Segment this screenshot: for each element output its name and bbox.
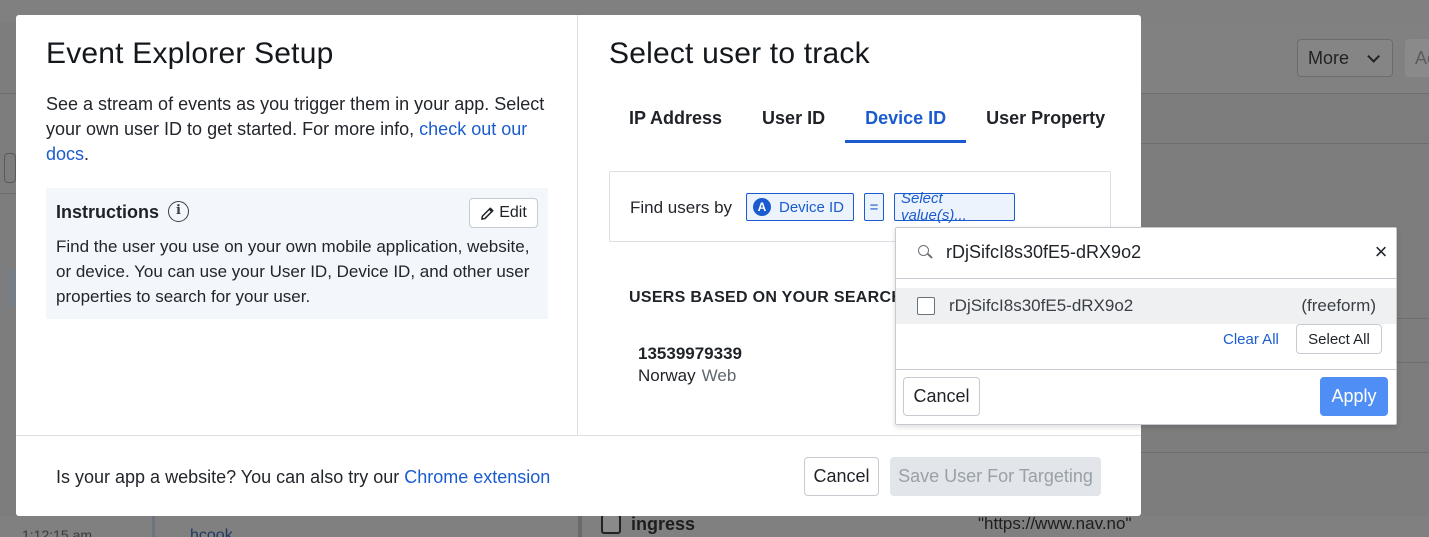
edit-button[interactable]: Edit [469, 198, 538, 228]
background-checkbox[interactable] [601, 514, 621, 534]
pencil-icon [481, 207, 494, 220]
dropdown-search: × [896, 228, 1396, 279]
instructions-text: Find the user you use on your own mobile… [56, 237, 530, 306]
background-row-name: ingress [631, 514, 696, 534]
tab-ip-address[interactable]: IP Address [609, 105, 742, 143]
results-heading: USERS BASED ON YOUR SEARCH [629, 289, 904, 306]
more-button[interactable]: More [1297, 39, 1393, 77]
select-all-button[interactable]: Select All [1296, 324, 1382, 354]
close-icon[interactable]: × [1370, 240, 1392, 264]
amplitude-icon: A [753, 198, 771, 216]
chevron-down-icon [1367, 49, 1381, 63]
info-icon[interactable]: i [168, 201, 189, 222]
background-divider [578, 516, 582, 537]
value-dropdown: × rDjSifcI8s30fE5-dRX9o2 (freeform) Clea… [895, 227, 1397, 425]
operator-chip[interactable]: = [864, 193, 884, 221]
clear-all-link[interactable]: Clear All [1223, 331, 1279, 348]
timeline-line [152, 516, 155, 537]
save-user-button[interactable]: Save User For Targeting [890, 457, 1101, 496]
edit-label: Edit [499, 204, 527, 221]
background-link[interactable]: hcook [190, 527, 233, 537]
tab-user-property[interactable]: User Property [966, 105, 1125, 143]
dropdown-option[interactable]: rDjSifcI8s30fE5-dRX9o2 (freeform) [896, 288, 1396, 324]
background-highlight [7, 270, 16, 306]
filter-label: Find users by [630, 198, 733, 217]
description-end: . [84, 144, 90, 164]
background-divider [1141, 143, 1429, 144]
setup-title: Event Explorer Setup [46, 37, 334, 70]
tab-user-id[interactable]: User ID [742, 105, 845, 143]
background-chip [4, 153, 16, 183]
chrome-extension-link[interactable]: Chrome extension [404, 467, 550, 487]
property-label: Device ID [779, 198, 845, 216]
property-chip[interactable]: A Device ID [746, 193, 854, 221]
user-result-id[interactable]: 13539979339 [638, 344, 742, 364]
setup-description: See a stream of events as you trigger th… [46, 92, 556, 167]
search-input[interactable] [946, 242, 1346, 263]
user-platform: Web [701, 366, 737, 385]
background-time: 1:12:15 am [22, 527, 93, 537]
modal-footer: Is your app a website? You can also try … [16, 435, 1141, 516]
select-user-title: Select user to track [609, 37, 870, 70]
user-country: Norway [638, 366, 696, 385]
apply-button[interactable]: Apply [1320, 377, 1388, 416]
cancel-button[interactable]: Cancel [804, 457, 879, 496]
option-checkbox[interactable] [917, 297, 935, 315]
footer-text: Is your app a website? You can also try … [56, 467, 550, 488]
user-result-meta: Norway Web [638, 366, 736, 386]
dropdown-divider [896, 369, 1396, 370]
instructions-title: Instructions [56, 202, 160, 222]
footer-prompt: Is your app a website? You can also try … [56, 467, 400, 487]
background-row-value: "https://www.nav.no" [978, 514, 1132, 533]
search-icon [918, 245, 933, 259]
background-divider [0, 193, 16, 194]
setup-column: Event Explorer Setup See a stream of eve… [16, 15, 578, 435]
option-label: rDjSifcI8s30fE5-dRX9o2 [949, 296, 1134, 315]
background-divider [1141, 452, 1429, 453]
value-select[interactable]: Select value(s)... [894, 190, 1015, 224]
dropdown-cancel-button[interactable]: Cancel [903, 377, 980, 416]
more-label: More [1308, 47, 1350, 68]
instructions-panel: Instructions i Edit Find the user you us… [46, 188, 548, 319]
background-divider [0, 93, 16, 94]
tab-device-id[interactable]: Device ID [845, 105, 967, 143]
option-tag: (freeform) [1301, 296, 1376, 315]
background-action-button[interactable]: Ac [1405, 39, 1429, 77]
search-type-tabs: IP Address User ID Device ID User Proper… [609, 105, 1125, 143]
